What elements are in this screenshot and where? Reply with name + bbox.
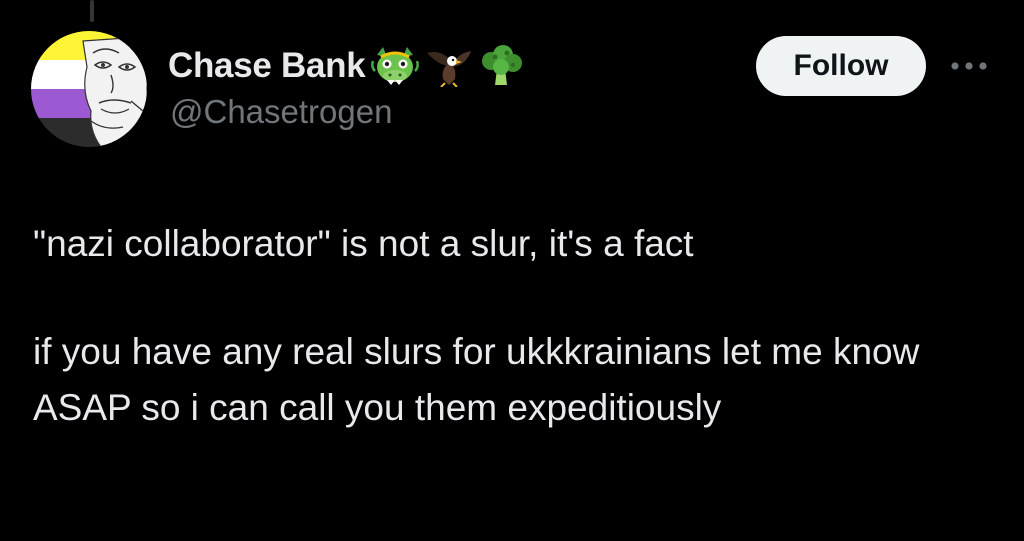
avatar-image: [31, 31, 147, 147]
tweet-paragraph-2: if you have any real slurs for ukkkraini…: [33, 331, 928, 428]
dragon-face-icon: [371, 47, 420, 85]
thread-connector-line: [90, 0, 94, 22]
tweet-paragraph-1: "nazi collaborator" is not a slur, it's …: [33, 223, 694, 264]
avatar[interactable]: [31, 31, 147, 147]
follow-button[interactable]: Follow: [756, 36, 926, 96]
more-dots-icon: [951, 62, 987, 70]
author-display-name[interactable]: Chase Bank: [168, 46, 366, 86]
more-options-button[interactable]: [946, 54, 992, 78]
broccoli-icon: [482, 45, 523, 85]
eagle-icon: [427, 51, 472, 87]
tweet-text: "nazi collaborator" is not a slur, it's …: [33, 216, 993, 436]
author-name-row: Chase Bank: [168, 42, 523, 90]
name-emoji-group: [371, 45, 523, 87]
author-handle[interactable]: @Chasetrogen: [170, 93, 392, 131]
